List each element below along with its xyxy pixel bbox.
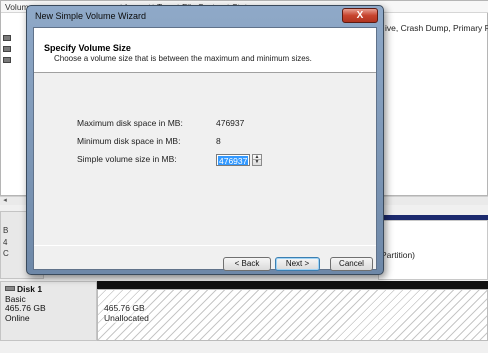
max-disk-space-value: 476937: [216, 118, 245, 128]
wizard-heading: Specify Volume Size: [44, 43, 131, 53]
wizard-title-bar[interactable]: New Simple Volume Wizard X: [27, 6, 383, 27]
disk0-label-fragment: B: [3, 226, 9, 235]
disk1-unallocated-partition[interactable]: 465.76 GB Unallocated: [97, 289, 488, 341]
volume-icon: [3, 57, 11, 63]
volume-icon: [3, 46, 11, 52]
volume-size-label: Simple volume size in MB:: [77, 154, 177, 164]
wizard-body: Specify Volume Size Choose a volume size…: [33, 27, 377, 271]
disk0-label-fragment: 4: [3, 238, 8, 247]
disk1-partition-status: Unallocated: [104, 313, 149, 323]
wizard-title: New Simple Volume Wizard: [35, 11, 147, 21]
disk0-label-fragment: C: [3, 249, 9, 258]
min-disk-space-label: Minimum disk space in MB:: [77, 136, 181, 146]
scroll-left-arrow-icon[interactable]: ◂: [1, 197, 9, 205]
volume-icon: [3, 35, 11, 41]
wizard-header: Specify Volume Size Choose a volume size…: [34, 28, 376, 73]
disk1-name: Disk 1: [17, 284, 43, 294]
disk1-size: 465.76 GB: [5, 303, 46, 313]
wizard-subheading: Choose a volume size that is between the…: [54, 54, 312, 63]
disk0-partition[interactable]: Partition): [378, 220, 488, 280]
volume-size-spinner[interactable]: ▲ ▼: [252, 154, 262, 166]
disk1-label[interactable]: Disk 1 Basic 465.76 GB Online: [0, 281, 97, 341]
spin-down-arrow-icon[interactable]: ▼: [253, 160, 261, 165]
new-simple-volume-wizard: New Simple Volume Wizard X Specify Volum…: [26, 5, 384, 275]
min-disk-space-value: 8: [216, 136, 221, 146]
volume-size-input[interactable]: [218, 156, 248, 165]
button-separator: [34, 245, 376, 246]
max-disk-space-label: Maximum disk space in MB:: [77, 118, 183, 128]
disk1-unallocated-bar: [97, 281, 488, 289]
volume-row-status: ive, Crash Dump, Primary Partiti: [385, 23, 488, 33]
disk-icon: [5, 286, 15, 291]
disk1-partition-size: 465.76 GB: [104, 303, 145, 313]
next-button[interactable]: Next >: [275, 257, 320, 271]
disk1-status: Online: [5, 313, 30, 323]
cancel-button[interactable]: Cancel: [330, 257, 373, 271]
disk0-partition-text: Partition): [381, 250, 416, 260]
close-button[interactable]: X: [342, 8, 378, 23]
back-button[interactable]: < Back: [223, 257, 271, 271]
volume-size-field[interactable]: [216, 154, 250, 166]
